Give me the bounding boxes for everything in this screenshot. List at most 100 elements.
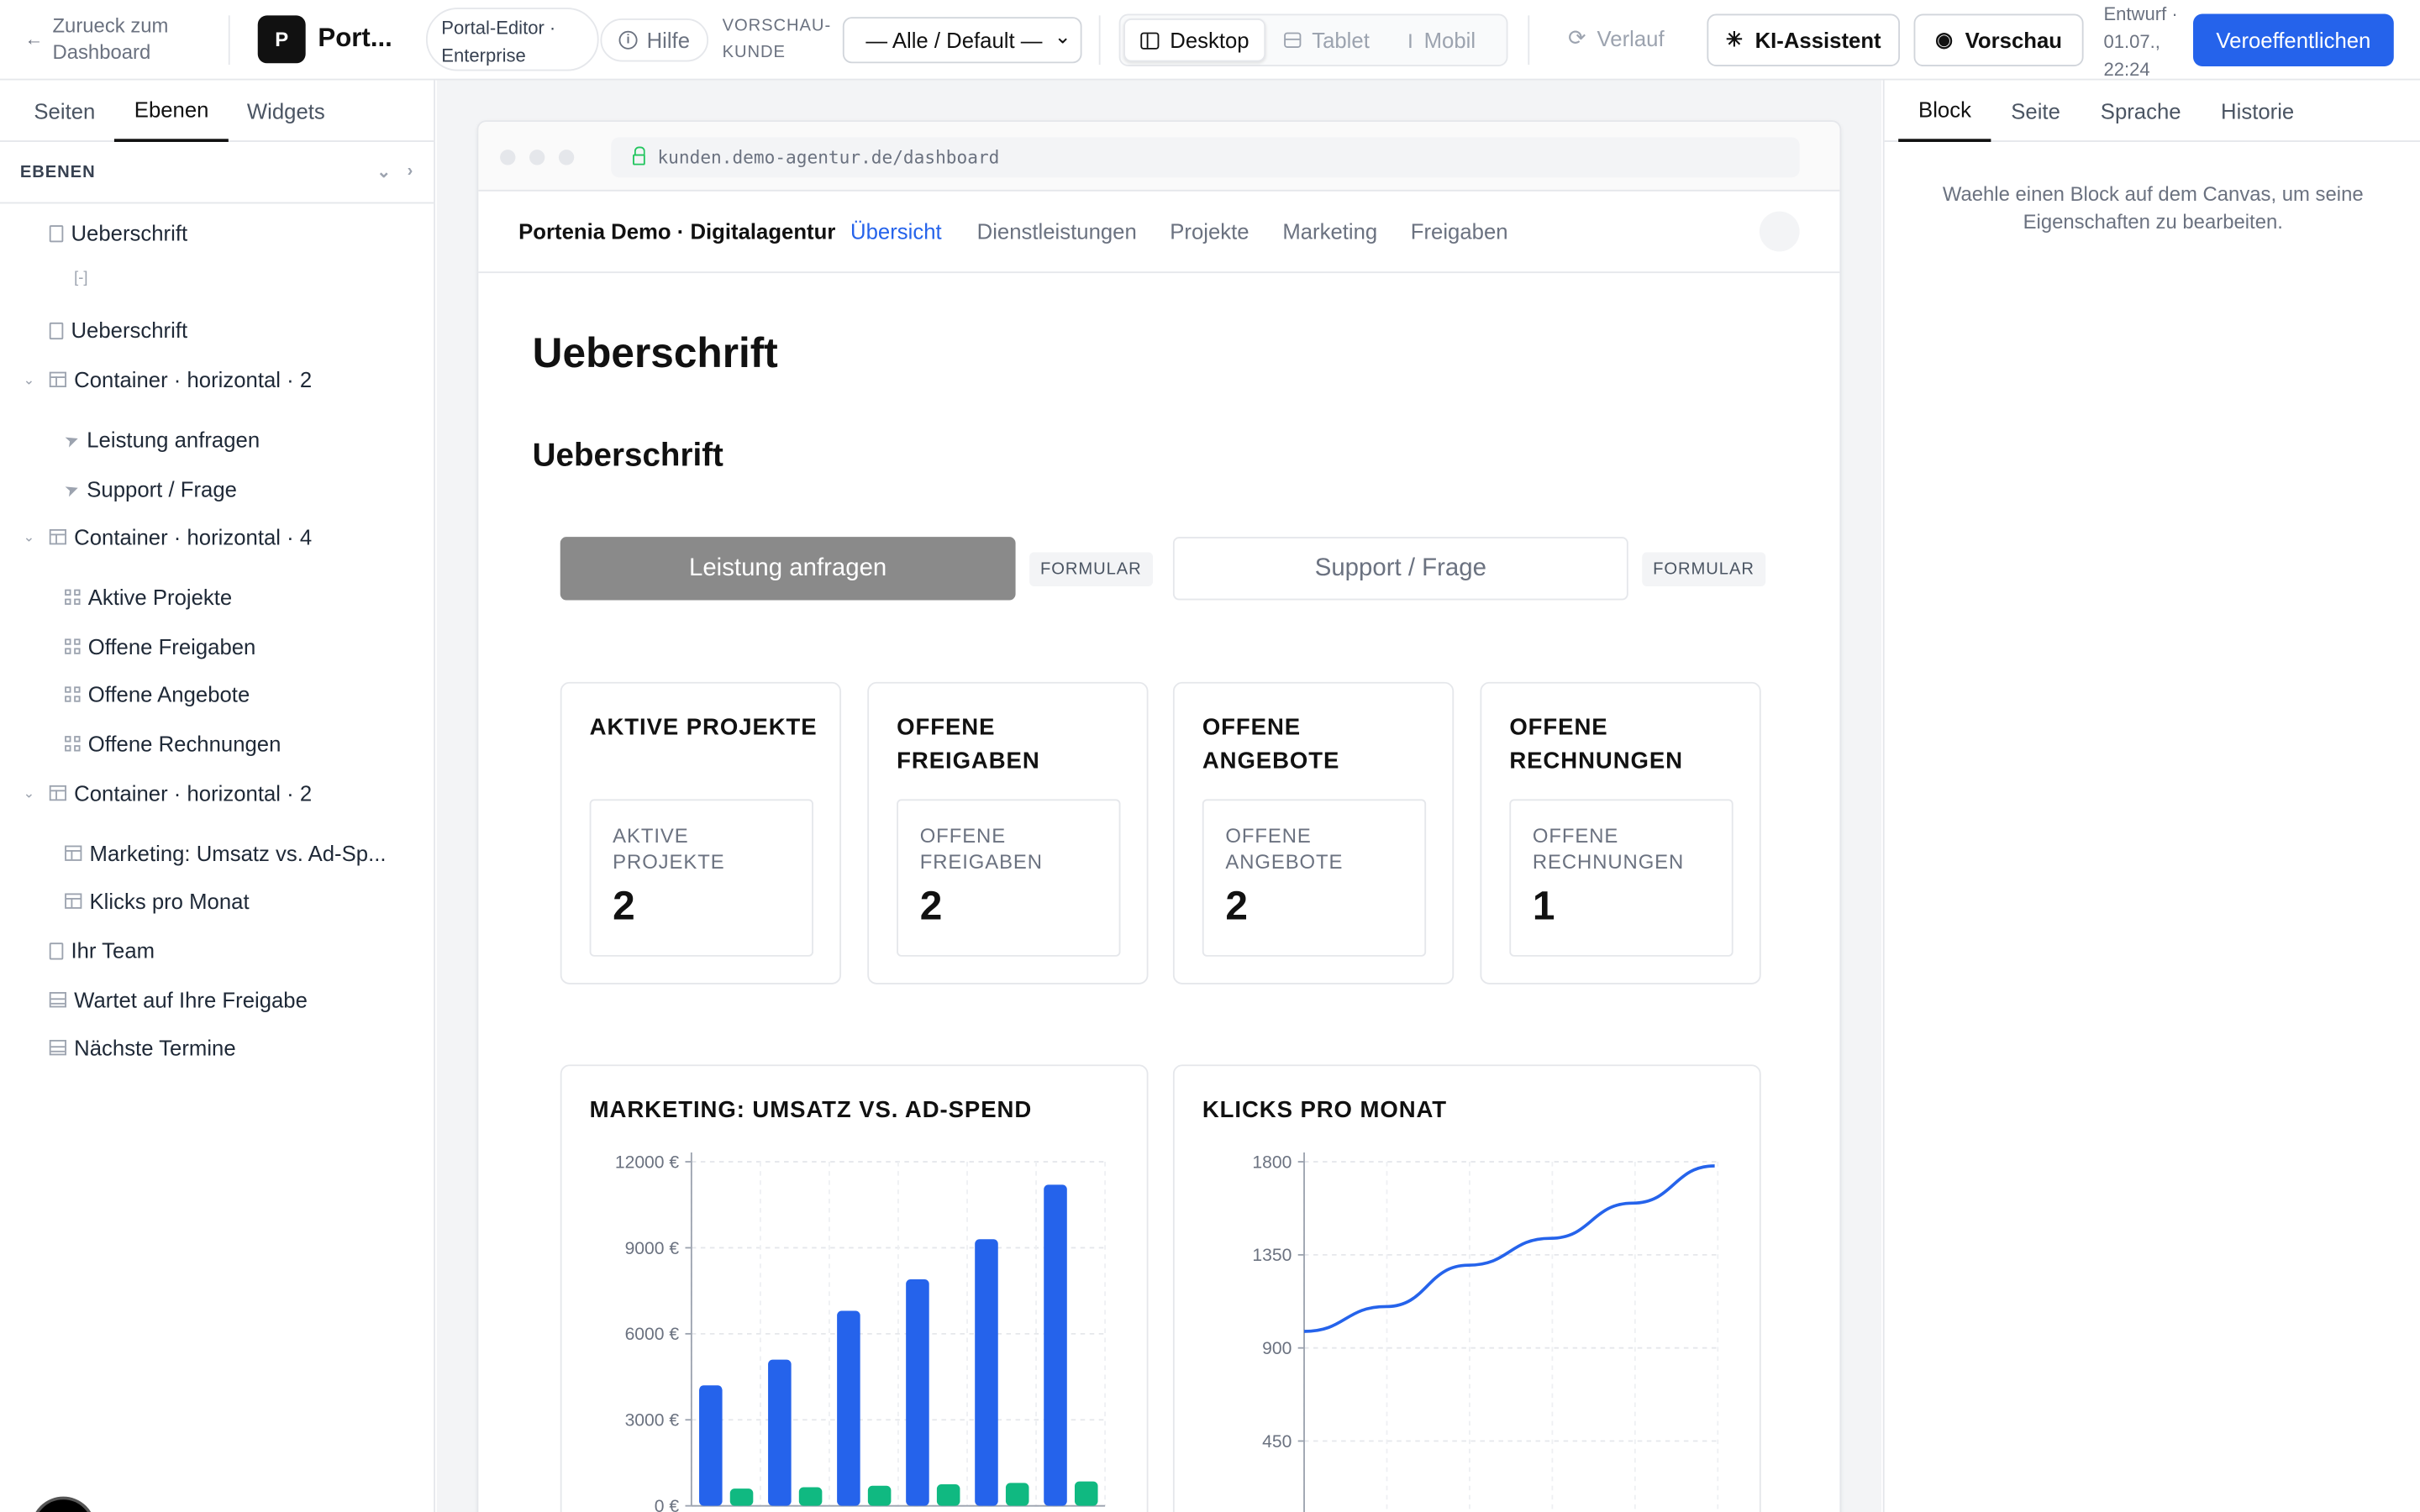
bar-chart: 0 € 3000 € 6000 € 9000 € 12000 € [615, 1152, 1107, 1512]
layer-item[interactable]: Wartet auf Ihre Freigabe [49, 988, 308, 1012]
arrow-left-icon: ← [24, 28, 44, 50]
tab-pages[interactable]: Seiten [34, 81, 95, 142]
layer-item[interactable]: [-] [50, 270, 87, 286]
mobile-icon: I [1407, 28, 1413, 52]
layer-item[interactable]: ⌄ Container · horizontal · 2 [24, 367, 313, 391]
container-icon [49, 785, 66, 801]
support-question-button[interactable]: Support / Frage [1172, 537, 1628, 601]
tab-history[interactable]: Historie [2221, 81, 2294, 142]
ai-assistant-button[interactable]: ✳ KI-Assistent [1707, 13, 1901, 66]
layer-item[interactable]: ⌄ Container · horizontal · 4 [24, 524, 313, 549]
kpi-card-active-projects[interactable]: AKTIVE PROJEKTE AKTIVE PROJEKTE 2 [560, 681, 842, 984]
chart-icon [65, 845, 82, 861]
kpi-inner: OFFENE ANGEBOTE 2 [1202, 799, 1427, 957]
layer-label: Offene Angebote [87, 681, 250, 707]
history-label: Verlauf [1597, 25, 1665, 50]
kpi-value: 2 [1225, 882, 1248, 929]
tab-widgets[interactable]: Widgets [247, 81, 325, 142]
layer-item[interactable]: Offene Rechnungen [65, 732, 281, 756]
avatar[interactable] [1759, 211, 1800, 252]
grid-icon [65, 686, 81, 702]
bar [1044, 1184, 1067, 1506]
plan-pill: Portal-Editor · Enterprise [425, 8, 599, 71]
heading-2[interactable]: Ueberschrift [533, 438, 723, 475]
preview-button[interactable]: ◉ Vorschau [1913, 13, 2084, 66]
layer-item[interactable]: Ueberschrift [49, 220, 188, 246]
form-badge: FORMULAR [1642, 552, 1765, 586]
layer-item[interactable]: Offene Freigaben [65, 634, 255, 659]
tab-language[interactable]: Sprache [2101, 81, 2181, 142]
tab-block[interactable]: Block [1898, 81, 1991, 142]
kpi-title: AKTIVE PROJEKTE [589, 714, 818, 741]
layer-item[interactable]: ⌄ Container · horizontal · 2 [24, 780, 313, 806]
tab-page[interactable]: Seite [2011, 81, 2060, 142]
layer-item[interactable]: Nächste Termine [49, 1035, 236, 1060]
table-icon [49, 992, 66, 1008]
viewport-tablet-button[interactable]: Tablet [1269, 18, 1385, 61]
layer-item[interactable]: Ueberschrift [49, 318, 187, 343]
layer-item[interactable]: Aktive Projekte [65, 585, 232, 610]
layer-item[interactable]: Ihr Team [49, 937, 155, 963]
layer-item[interactable]: ➤ Leistung anfragen [62, 428, 260, 452]
y-tick-label: 6000 € [625, 1325, 680, 1344]
kpi-value: 2 [919, 882, 943, 929]
help-label: Hilfe [646, 28, 691, 53]
viewport-mobile-button[interactable]: I Mobil [1392, 18, 1491, 61]
kpi-inner: OFFENE FREIGABEN 2 [897, 799, 1121, 957]
layer-label: Container · horizontal · 2 [74, 780, 313, 806]
layer-label: Ihr Team [71, 937, 155, 963]
divider [1098, 15, 1101, 66]
send-icon: ➤ [62, 478, 82, 501]
bar [975, 1239, 998, 1506]
collapse-icon[interactable]: ⌄ [376, 162, 392, 182]
layer-label: Ueberschrift [71, 220, 188, 246]
chart-icon [65, 893, 82, 909]
bar [729, 1488, 754, 1506]
form-badge: FORMULAR [1029, 552, 1153, 586]
preview-label: Vorschau [1965, 28, 2062, 53]
bar [837, 1310, 860, 1506]
desktop-icon [1140, 31, 1160, 49]
customer-select[interactable]: — Alle / Default — ⌄ [842, 17, 1082, 64]
history-button[interactable]: ⟳ Verlauf [1568, 24, 1664, 50]
chevron-right-icon[interactable]: › [408, 162, 414, 182]
kpi-card-open-invoices[interactable]: OFFENE RECHNUNGEN OFFENE RECHNUNGEN 1 [1480, 681, 1761, 984]
collapse-caret-icon[interactable]: ⌄ [24, 371, 35, 388]
back-to-dashboard-link[interactable]: ← Zurueck zum Dashboard [24, 13, 199, 65]
url-text: kunden.demo-agentur.de/dashboard [657, 146, 1000, 169]
kpi-card-open-approvals[interactable]: OFFENE FREIGABEN OFFENE FREIGABEN 2 [867, 681, 1149, 984]
layer-item[interactable]: Offene Angebote [65, 682, 250, 706]
viewport-desktop-button[interactable]: Desktop [1123, 18, 1266, 62]
help-button[interactable]: i Hilfe [600, 18, 709, 62]
y-tick-label: 900 [1262, 1339, 1292, 1358]
bar [768, 1359, 792, 1506]
site-nav-overview[interactable]: Übersicht [850, 219, 942, 244]
site-nav-approvals[interactable]: Freigaben [1411, 219, 1508, 244]
kpi-card-open-offers[interactable]: OFFENE ANGEBOTE OFFENE ANGEBOTE 2 [1172, 681, 1455, 984]
chart-card-clicks[interactable]: KLICKS PRO MONAT 450 900 1350 1800 [1172, 1064, 1761, 1512]
top-bar: ← Zurueck zum Dashboard P Port... Portal… [0, 0, 2420, 81]
block-hint: Waehle einen Block auf dem Canvas, um se… [1942, 181, 2364, 234]
site-nav-services[interactable]: Dienstleistungen [977, 219, 1137, 244]
request-service-button[interactable]: Leistung anfragen [560, 537, 1016, 601]
tab-layers[interactable]: Ebenen [113, 81, 229, 142]
layer-item[interactable]: Marketing: Umsatz vs. Ad-Sp... [65, 841, 386, 865]
kpi-value: 2 [613, 882, 635, 929]
dev-badge[interactable]: N [30, 1496, 96, 1512]
document-icon [49, 321, 64, 339]
y-tick-label: 1350 [1252, 1246, 1292, 1265]
layer-item[interactable]: ➤ Support / Frage [62, 477, 237, 501]
kpi-label: OFFENE RECHNUNGEN [1532, 823, 1685, 874]
layer-item[interactable]: Klicks pro Monat [65, 889, 250, 913]
layer-label: Marketing: Umsatz vs. Ad-Sp... [89, 841, 387, 866]
chart-card-marketing[interactable]: MARKETING: UMSATZ VS. AD-SPEND 0 €3000 €… [560, 1064, 1149, 1512]
heading-1[interactable]: Ueberschrift [533, 330, 778, 378]
chevron-down-icon: ⌄ [1054, 24, 1071, 48]
site-nav-projects[interactable]: Projekte [1170, 219, 1249, 244]
collapse-caret-icon[interactable]: ⌄ [24, 528, 35, 545]
publish-button[interactable]: Veroeffentlichen [2193, 13, 2394, 66]
site-nav: Portenia Demo · Digitalagentur Übersicht… [478, 192, 1840, 274]
kpi-title: OFFENE FREIGABEN [897, 714, 1040, 775]
collapse-caret-icon[interactable]: ⌄ [24, 785, 35, 801]
site-nav-marketing[interactable]: Marketing [1282, 219, 1377, 244]
